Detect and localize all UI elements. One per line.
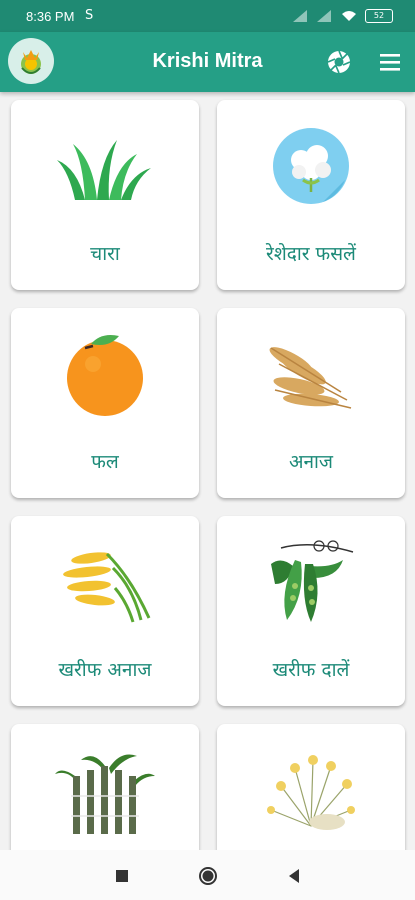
rice-icon xyxy=(63,552,151,623)
category-label: चारा xyxy=(90,243,120,265)
category-card-fibre-crops[interactable]: रेशेदार फसलें xyxy=(217,100,405,290)
recents-icon[interactable] xyxy=(110,864,134,888)
status-icons: 52 xyxy=(293,9,393,23)
menu-icon[interactable] xyxy=(378,51,402,73)
spice-flower-icon xyxy=(267,755,355,830)
category-label: रेशेदार फसलें xyxy=(266,243,356,265)
home-icon[interactable] xyxy=(196,864,220,888)
category-grid: चारा रेशेदार फसलें फल अनाज खरीफ अनाज खरी… xyxy=(0,92,415,850)
camera-shutter-icon[interactable] xyxy=(326,49,352,75)
app-bar: Krishi Mitra xyxy=(0,32,415,92)
category-label: खरीफ अनाज xyxy=(58,659,152,681)
sugarcane-icon xyxy=(55,754,155,834)
category-card-sugarcane[interactable] xyxy=(11,724,199,850)
wifi-icon xyxy=(342,11,356,21)
category-card-kharif-cereals[interactable]: खरीफ अनाज xyxy=(11,516,199,706)
grass-icon xyxy=(57,140,151,200)
category-label: अनाज xyxy=(288,451,334,473)
signal-icon xyxy=(317,10,331,22)
navigation-bar xyxy=(0,850,415,900)
back-icon[interactable] xyxy=(282,864,306,888)
category-card-cereals[interactable]: अनाज xyxy=(217,308,405,498)
status-time: 8:36 PM xyxy=(26,9,75,24)
category-card-kharif-pulses[interactable]: खरीफ दालें xyxy=(217,516,405,706)
category-card-fruits[interactable]: फल xyxy=(11,308,199,498)
app-title: Krishi Mitra xyxy=(152,50,263,72)
category-card-fodder[interactable]: चारा xyxy=(11,100,199,290)
category-label: खरीफ दालें xyxy=(272,659,350,681)
category-card-spices[interactable] xyxy=(217,724,405,850)
wheat-icon xyxy=(269,347,352,409)
status-indicator: S xyxy=(85,8,94,23)
orange-icon xyxy=(67,335,143,416)
pea-pod-icon xyxy=(271,540,354,622)
cotton-icon xyxy=(273,128,349,204)
signal-icon xyxy=(293,10,307,22)
category-label: फल xyxy=(91,451,119,473)
status-bar: 8:36 PM S 52 xyxy=(0,0,415,32)
battery-icon: 52 xyxy=(365,9,393,23)
